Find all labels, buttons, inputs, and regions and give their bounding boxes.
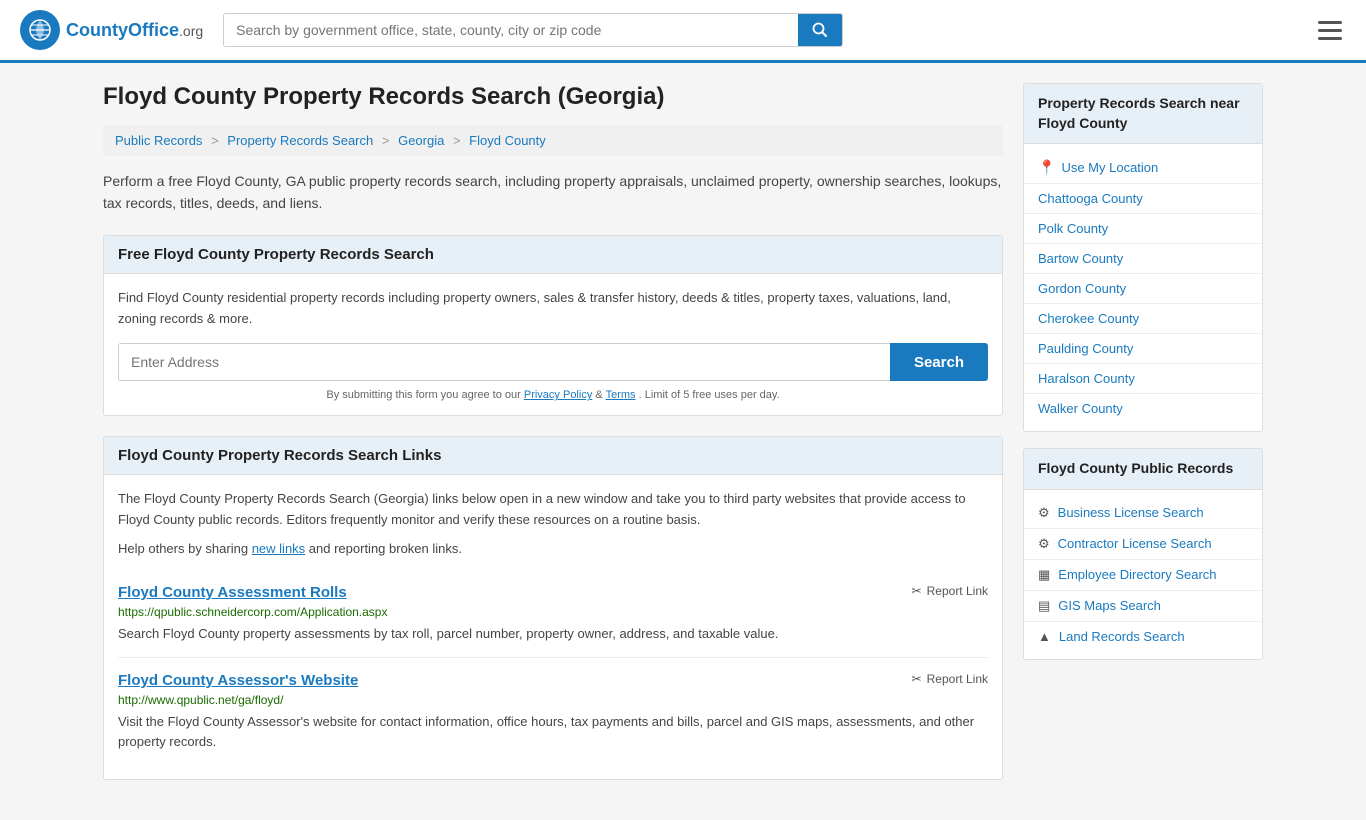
- intro-text: Perform a free Floyd County, GA public p…: [103, 170, 1003, 215]
- free-search-header: Free Floyd County Property Records Searc…: [104, 236, 1002, 274]
- breadcrumb: Public Records > Property Records Search…: [103, 125, 1003, 156]
- global-search-input[interactable]: [224, 14, 798, 46]
- breadcrumb-property-records-search[interactable]: Property Records Search: [227, 133, 373, 148]
- sidebar-link-haralson[interactable]: Haralson County: [1024, 364, 1262, 394]
- sidebar-contractor-license-link[interactable]: ⚙ Contractor License Search: [1024, 529, 1262, 560]
- land-records-icon: ▲: [1038, 629, 1051, 644]
- public-records-header: Floyd County Public Records: [1024, 449, 1262, 490]
- logo-text: CountyOffice.org: [66, 20, 203, 41]
- public-records-body: ⚙ Business License Search ⚙ Contractor L…: [1024, 490, 1262, 659]
- use-my-location-link[interactable]: 📍 Use My Location: [1024, 152, 1262, 184]
- location-pin-icon: 📍: [1038, 159, 1055, 176]
- sidebar-employee-directory-link[interactable]: ▦ Employee Directory Search: [1024, 560, 1262, 591]
- logo-icon: [20, 10, 60, 50]
- global-search-button[interactable]: [798, 14, 842, 46]
- address-search-button[interactable]: Search: [890, 343, 988, 381]
- contractor-license-icon: ⚙: [1038, 536, 1050, 552]
- sidebar-link-gordon[interactable]: Gordon County: [1024, 274, 1262, 304]
- sidebar-link-chattooga[interactable]: Chattooga County: [1024, 184, 1262, 214]
- sidebar-land-records-link[interactable]: ▲ Land Records Search: [1024, 622, 1262, 651]
- assessment-rolls-desc: Search Floyd County property assessments…: [118, 624, 988, 644]
- free-search-card: Free Floyd County Property Records Searc…: [103, 235, 1003, 417]
- sidebar: Property Records Search near Floyd Count…: [1023, 83, 1263, 800]
- breadcrumb-floyd-county[interactable]: Floyd County: [469, 133, 546, 148]
- global-search-bar[interactable]: [223, 13, 843, 47]
- employee-directory-icon: ▦: [1038, 567, 1050, 583]
- assessment-rolls-link[interactable]: Floyd County Assessment Rolls: [118, 584, 347, 601]
- nearby-counties-header: Property Records Search near Floyd Count…: [1024, 84, 1262, 144]
- sidebar-business-license-link[interactable]: ⚙ Business License Search: [1024, 498, 1262, 529]
- sidebar-gis-maps-link[interactable]: ▤ GIS Maps Search: [1024, 591, 1262, 622]
- sidebar-link-polk[interactable]: Polk County: [1024, 214, 1262, 244]
- privacy-policy-link[interactable]: Privacy Policy: [524, 389, 592, 401]
- share-links-line: Help others by sharing new links and rep…: [118, 541, 988, 556]
- assessor-website-desc: Visit the Floyd County Assessor's websit…: [118, 712, 988, 751]
- hamburger-menu-button[interactable]: [1314, 17, 1346, 44]
- links-section-desc: The Floyd County Property Records Search…: [118, 489, 988, 531]
- sidebar-link-cherokee[interactable]: Cherokee County: [1024, 304, 1262, 334]
- sidebar-link-walker[interactable]: Walker County: [1024, 394, 1262, 423]
- links-section-card: Floyd County Property Records Search Lin…: [103, 436, 1003, 780]
- breadcrumb-georgia[interactable]: Georgia: [398, 133, 444, 148]
- report-link-btn-0[interactable]: ✂ Report Link: [912, 584, 988, 598]
- new-links-link[interactable]: new links: [252, 541, 305, 556]
- main-content: Floyd County Property Records Search (Ge…: [103, 83, 1003, 800]
- public-records-box: Floyd County Public Records ⚙ Business L…: [1023, 448, 1263, 660]
- page-layout: Floyd County Property Records Search (Ge…: [83, 63, 1283, 820]
- assessment-rolls-url: https://qpublic.schneidercorp.com/Applic…: [118, 605, 988, 619]
- sidebar-link-bartow[interactable]: Bartow County: [1024, 244, 1262, 274]
- nearby-counties-box: Property Records Search near Floyd Count…: [1023, 83, 1263, 432]
- report-link-btn-1[interactable]: ✂ Report Link: [912, 672, 988, 686]
- breadcrumb-public-records[interactable]: Public Records: [115, 133, 202, 148]
- address-search-input[interactable]: [118, 343, 890, 381]
- assessor-website-link[interactable]: Floyd County Assessor's Website: [118, 672, 358, 689]
- assessor-website-url: http://www.qpublic.net/ga/floyd/: [118, 693, 988, 707]
- form-disclaimer: By submitting this form you agree to our…: [118, 389, 988, 401]
- link-item-assessor-website: Floyd County Assessor's Website ✂ Report…: [118, 658, 988, 765]
- address-search-form: Search: [118, 343, 988, 381]
- site-header: CountyOffice.org: [0, 0, 1366, 63]
- nearby-counties-body: 📍 Use My Location Chattooga County Polk …: [1024, 144, 1262, 431]
- link-item-assessment-rolls: Floyd County Assessment Rolls ✂ Report L…: [118, 570, 988, 659]
- page-title: Floyd County Property Records Search (Ge…: [103, 83, 1003, 111]
- sidebar-link-paulding[interactable]: Paulding County: [1024, 334, 1262, 364]
- gis-maps-icon: ▤: [1038, 598, 1050, 614]
- free-search-desc: Find Floyd County residential property r…: [118, 288, 988, 330]
- site-logo[interactable]: CountyOffice.org: [20, 10, 203, 50]
- business-license-icon: ⚙: [1038, 505, 1050, 521]
- terms-link[interactable]: Terms: [606, 389, 636, 401]
- links-section-header: Floyd County Property Records Search Lin…: [104, 437, 1002, 475]
